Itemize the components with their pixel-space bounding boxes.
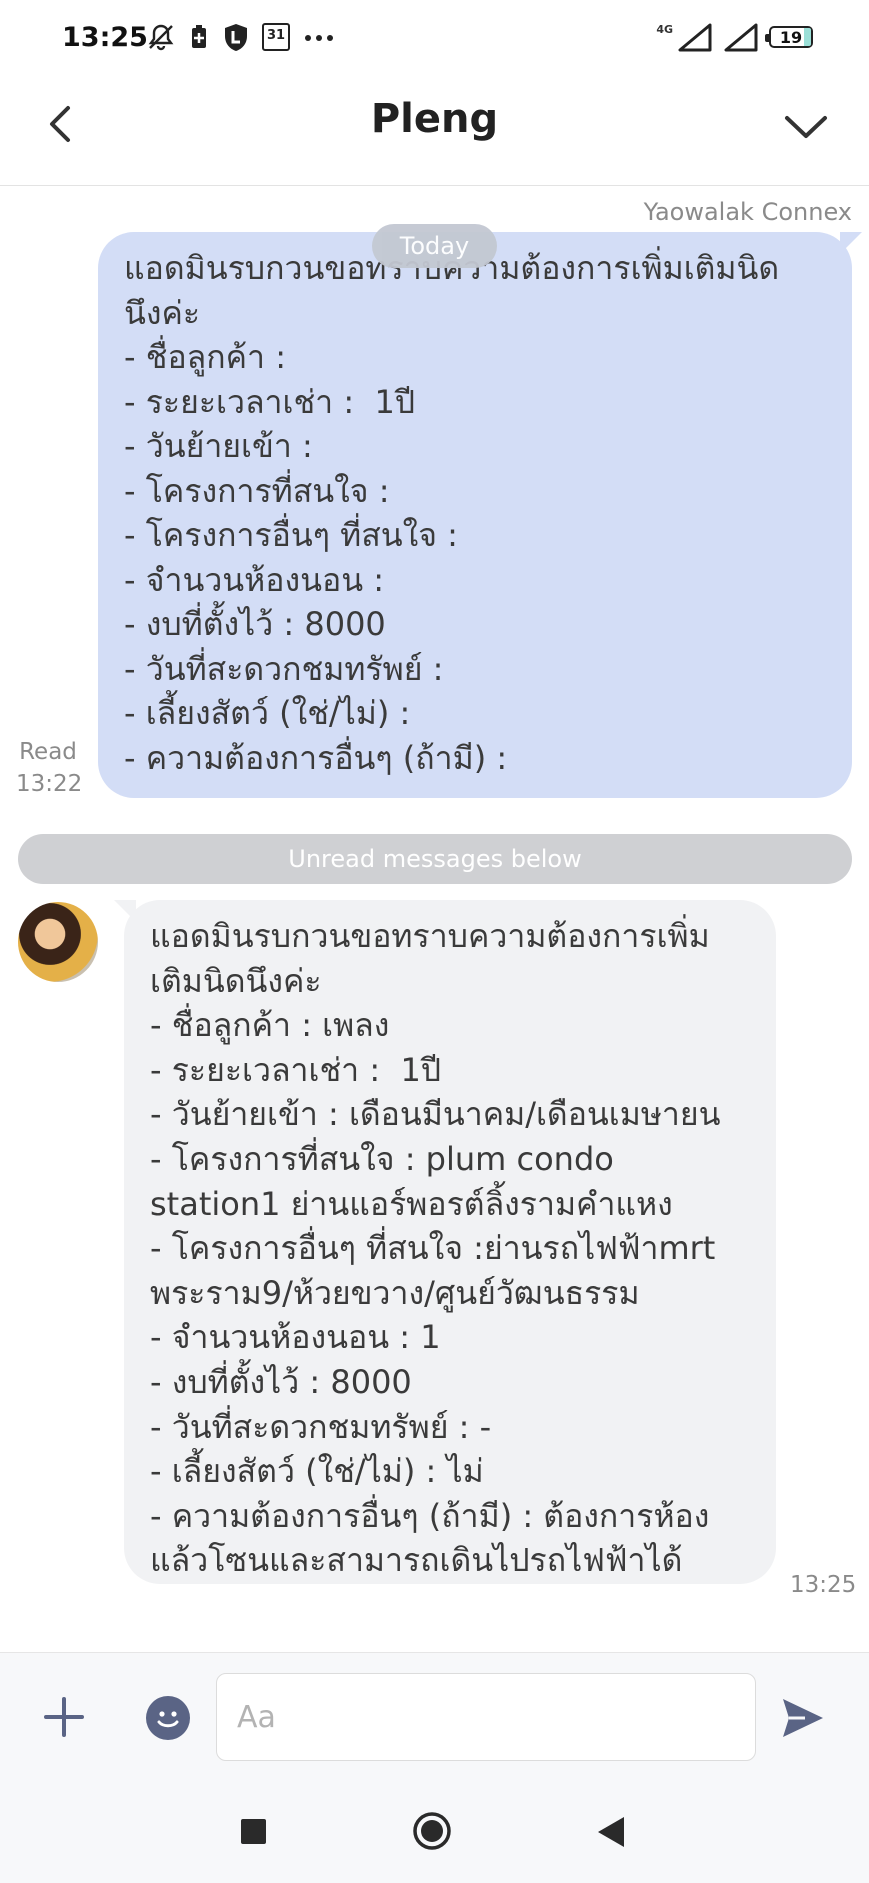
- outgoing-message-bubble[interactable]: แอดมินรบกวนขอทราบความต้องการเพิ่มเติมนิด…: [98, 232, 862, 798]
- network-type-label: 4G: [656, 22, 673, 36]
- status-system-icons: 4G 19: [656, 22, 813, 52]
- sender-name: Yaowalak Connex: [643, 198, 852, 226]
- status-time: 13:25: [62, 22, 148, 53]
- avatar[interactable]: [18, 902, 98, 982]
- message-input[interactable]: [216, 1673, 756, 1761]
- battery-saver-icon: [192, 25, 206, 48]
- battery-icon: 19: [765, 26, 813, 48]
- signal-icon: [678, 23, 712, 52]
- add-attachment-icon[interactable]: [44, 1697, 84, 1737]
- emoji-button[interactable]: [146, 1696, 190, 1740]
- unread-divider: Unread messages below: [18, 834, 852, 884]
- read-label: Read: [19, 739, 77, 765]
- chat-header: Pleng: [0, 78, 869, 186]
- recent-apps-button[interactable]: [241, 1819, 266, 1844]
- home-button[interactable]: [412, 1811, 452, 1851]
- do-not-disturb-icon: [148, 24, 174, 51]
- battery-level: 19: [779, 27, 803, 47]
- message-composer: [0, 1652, 869, 1779]
- date-divider: Today: [372, 224, 497, 268]
- smiley-icon: [157, 1711, 179, 1728]
- outgoing-message-time: 13:22: [16, 771, 83, 797]
- signal-icon-2: [724, 23, 758, 52]
- read-receipt: Read 13:22: [16, 736, 83, 800]
- system-nav-bar: [0, 1779, 869, 1883]
- incoming-message-time: 13:25: [790, 1572, 857, 1598]
- incoming-message-bubble[interactable]: แอดมินรบกวนขอทราบความต้องการเพิ่ม เติมนิ…: [114, 900, 776, 1584]
- status-bar: 13:25 31 4G 19: [0, 0, 869, 78]
- chat-title: Pleng: [370, 96, 499, 142]
- calendar-icon: 31: [262, 23, 290, 51]
- shield-app-icon: [225, 24, 247, 51]
- system-back-button[interactable]: [596, 1815, 626, 1849]
- status-notification-icons: 31: [146, 22, 336, 52]
- more-dots-icon: [305, 35, 333, 41]
- chevron-down-icon[interactable]: [781, 106, 831, 146]
- message-list[interactable]: Yaowalak Connex แอดมินรบกวนขอทราบความต้อ…: [0, 186, 869, 1652]
- send-icon[interactable]: [780, 1695, 826, 1741]
